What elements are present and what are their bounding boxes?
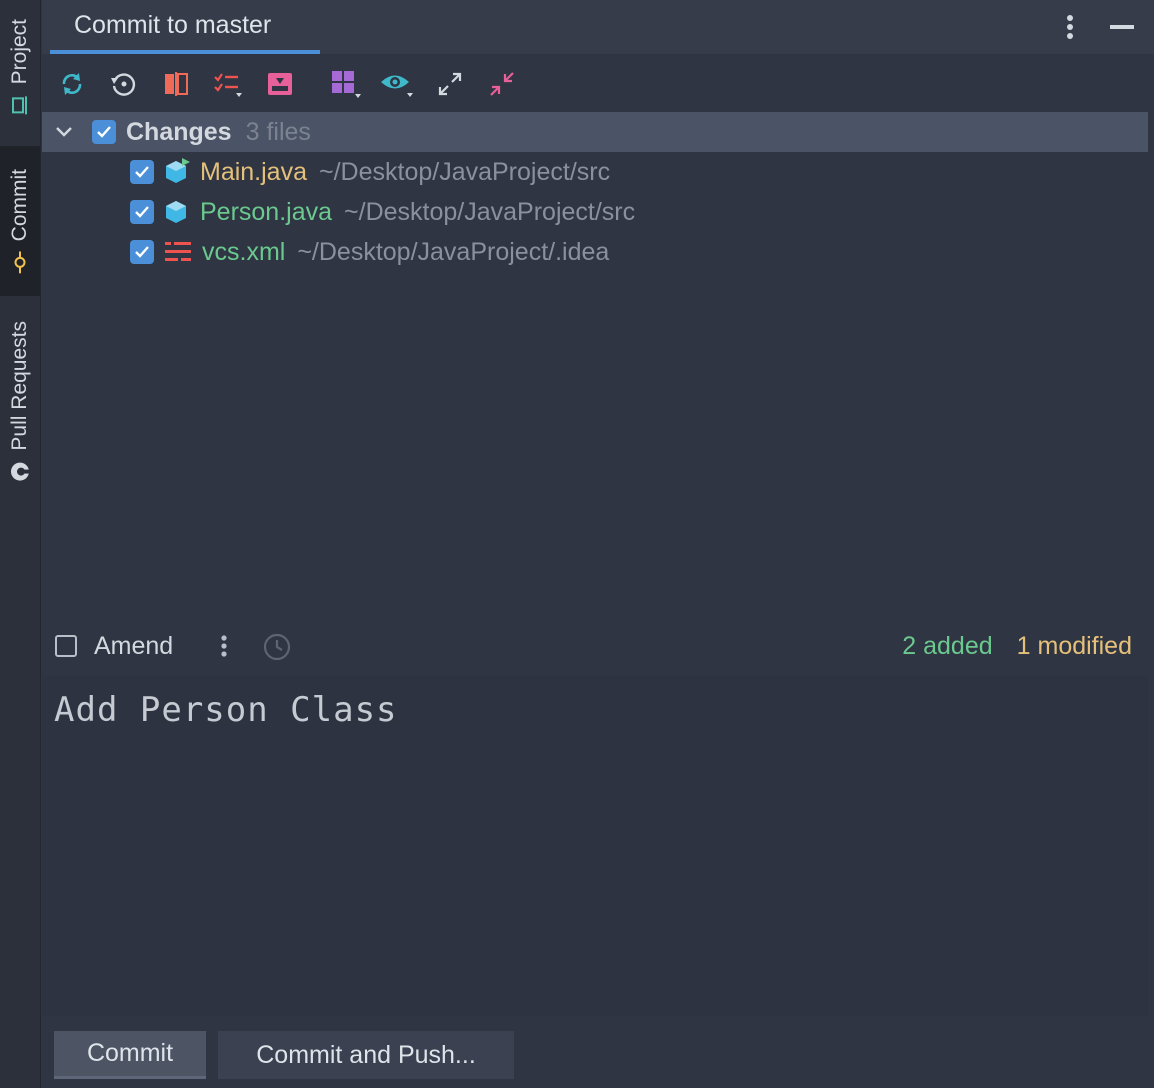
modified-count: 1 modified bbox=[1016, 632, 1132, 660]
commit-options-button[interactable] bbox=[220, 634, 228, 665]
tab-commit-label: Commit bbox=[8, 168, 31, 242]
java-class-icon bbox=[164, 158, 190, 186]
check-icon bbox=[135, 166, 149, 178]
tab-project-label: Project bbox=[8, 19, 31, 85]
added-count: 2 added bbox=[902, 632, 993, 660]
commit-icon bbox=[14, 251, 26, 274]
minimize-icon bbox=[1110, 25, 1134, 29]
changelist-button[interactable] bbox=[210, 66, 246, 102]
file-checkbox[interactable] bbox=[130, 200, 154, 224]
diff-icon bbox=[165, 72, 188, 96]
amend-label[interactable]: Amend bbox=[94, 632, 173, 661]
changes-group-label: Changes bbox=[126, 117, 232, 146]
change-stats: 2 added 1 modified bbox=[902, 632, 1132, 661]
refresh-button[interactable] bbox=[54, 66, 90, 102]
more-options-button[interactable] bbox=[1055, 12, 1085, 42]
file-checkbox[interactable] bbox=[130, 160, 154, 184]
xml-file-icon bbox=[164, 239, 192, 265]
tab-project[interactable]: Project bbox=[0, 8, 40, 128]
changelist-icon bbox=[214, 73, 242, 97]
minimize-button[interactable] bbox=[1107, 12, 1137, 42]
amend-checkbox[interactable] bbox=[55, 635, 77, 657]
changes-file-count: 3 files bbox=[245, 117, 311, 146]
view-options-button[interactable] bbox=[379, 66, 415, 102]
file-row[interactable]: vcs.xml ~/Desktop/JavaProject/.idea bbox=[42, 232, 1148, 272]
check-icon bbox=[135, 246, 149, 258]
commit-button[interactable]: Commit bbox=[54, 1031, 206, 1079]
show-diff-button[interactable] bbox=[158, 66, 194, 102]
rollback-icon bbox=[111, 73, 136, 96]
tab-pull-requests[interactable]: Pull Requests bbox=[0, 312, 40, 492]
file-name: Person.java bbox=[200, 197, 333, 226]
expand-all-icon bbox=[438, 72, 462, 96]
check-icon bbox=[97, 126, 111, 138]
commit-options-row: Amend 2 added 1 modified bbox=[42, 626, 1148, 670]
commit-button-label: Commit bbox=[86, 1039, 174, 1067]
tab-pull-requests-label: Pull Requests bbox=[8, 321, 31, 451]
group-by-button[interactable] bbox=[328, 66, 364, 102]
collapse-all-icon bbox=[490, 72, 514, 96]
commit-toolbar bbox=[42, 54, 1154, 112]
commit-message-text[interactable]: Add Person Class bbox=[54, 690, 398, 730]
file-path: ~/Desktop/JavaProject/.idea bbox=[297, 237, 610, 266]
chevron-down-icon[interactable] bbox=[54, 122, 74, 142]
shelve-button[interactable] bbox=[262, 66, 298, 102]
commit-message-editor[interactable]: Add Person Class bbox=[42, 676, 1148, 1016]
expand-all-button[interactable] bbox=[432, 66, 468, 102]
changes-group-checkbox[interactable] bbox=[92, 120, 116, 144]
file-row[interactable]: Person.java ~/Desktop/JavaProject/src bbox=[42, 192, 1148, 232]
check-icon bbox=[135, 206, 149, 218]
shelve-icon bbox=[268, 73, 292, 95]
github-icon bbox=[11, 462, 30, 481]
panel-title-tab[interactable]: Commit to master bbox=[50, 0, 320, 54]
file-row[interactable]: Main.java ~/Desktop/JavaProject/src bbox=[42, 152, 1148, 192]
commit-and-push-label: Commit and Push... bbox=[256, 1040, 476, 1069]
tab-commit[interactable]: Commit bbox=[0, 146, 40, 296]
refresh-icon bbox=[62, 73, 82, 95]
file-checkbox[interactable] bbox=[130, 240, 154, 264]
file-name: vcs.xml bbox=[202, 237, 286, 266]
kebab-menu-icon bbox=[1067, 15, 1073, 39]
collapse-all-button[interactable] bbox=[484, 66, 520, 102]
rollback-button[interactable] bbox=[105, 66, 141, 102]
tool-window-strip: Project Commit Pull Requests bbox=[0, 0, 41, 1088]
commit-panel-header: Commit to master bbox=[42, 0, 1154, 54]
commit-and-push-button[interactable]: Commit and Push... bbox=[218, 1031, 514, 1079]
file-path: ~/Desktop/JavaProject/src bbox=[344, 197, 636, 226]
java-class-icon bbox=[164, 198, 190, 226]
kebab-menu-icon bbox=[221, 635, 227, 657]
group-by-icon bbox=[332, 71, 361, 98]
commit-history-button[interactable] bbox=[263, 633, 291, 666]
changes-group-row[interactable]: Changes 3 files bbox=[42, 112, 1148, 152]
laptop-icon bbox=[12, 96, 27, 115]
clock-icon bbox=[263, 633, 291, 661]
file-path: ~/Desktop/JavaProject/src bbox=[319, 157, 611, 186]
file-name: Main.java bbox=[200, 157, 307, 186]
changes-tree: Changes 3 files Main.java ~/Desktop/Java… bbox=[42, 112, 1148, 272]
panel-title: Commit to master bbox=[74, 10, 272, 39]
view-options-icon bbox=[381, 75, 413, 97]
